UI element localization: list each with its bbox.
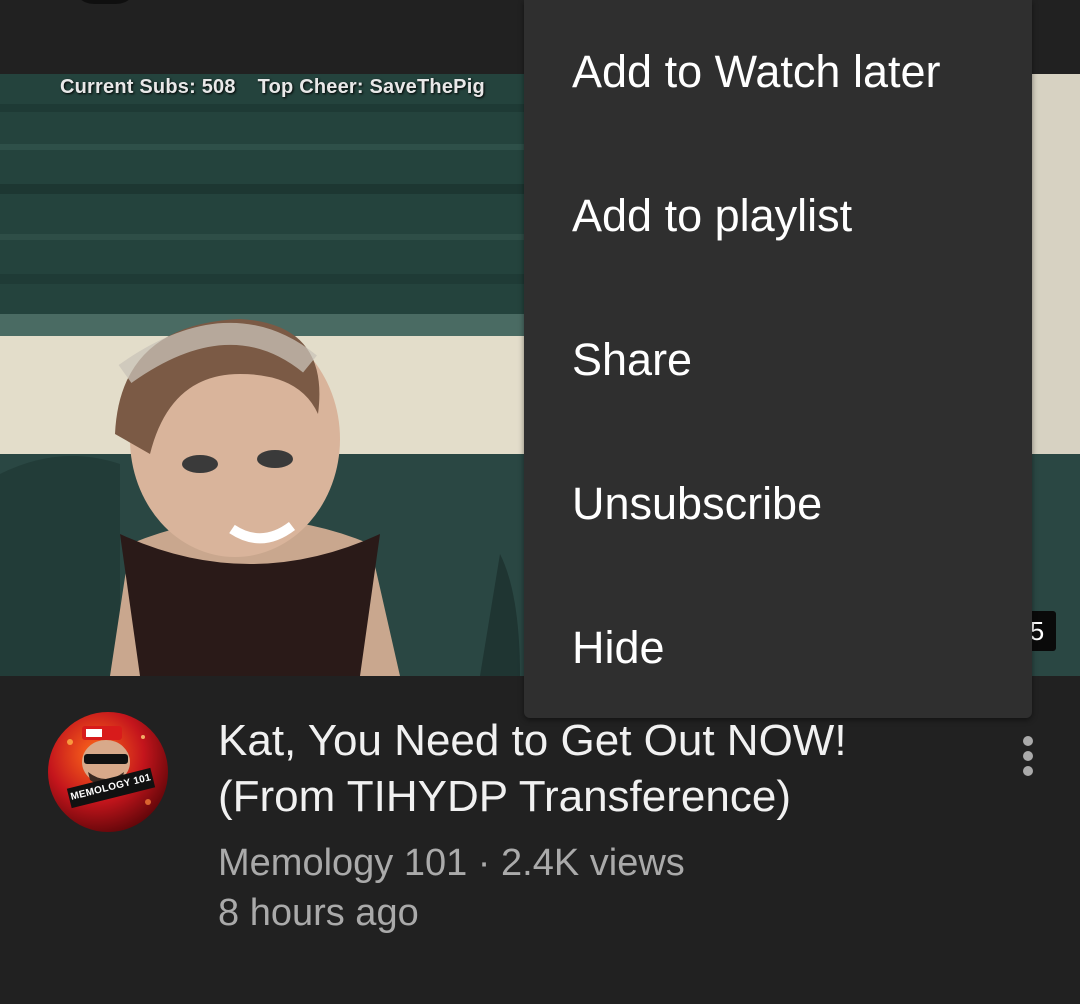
video-title[interactable]: Kat, You Need to Get Out NOW! (From TIHY… bbox=[218, 713, 918, 825]
channel-avatar[interactable]: MEMOLOGY 101 bbox=[48, 712, 168, 832]
screen: Current Subs: 508 Top Cheer: SaveThePig 5… bbox=[0, 0, 1080, 1004]
menu-item-hide[interactable]: Hide bbox=[524, 576, 1032, 720]
menu-item-label: Add to playlist bbox=[572, 190, 853, 241]
video-options-menu: Add to Watch later Add to playlist Share… bbox=[524, 0, 1032, 718]
meta-separator: · bbox=[467, 842, 502, 884]
menu-item-watch-later[interactable]: Add to Watch later bbox=[524, 0, 1032, 144]
overlay-subs: Current Subs: 508 bbox=[60, 76, 236, 98]
view-count: 2.4K views bbox=[501, 842, 685, 884]
menu-item-label: Unsubscribe bbox=[572, 478, 823, 529]
overlay-cheer: Top Cheer: SaveThePig bbox=[257, 76, 485, 98]
menu-item-add-to-playlist[interactable]: Add to playlist bbox=[524, 144, 1032, 288]
menu-item-label: Add to Watch later bbox=[572, 46, 941, 97]
upload-age: 8 hours ago bbox=[218, 892, 419, 934]
menu-item-unsubscribe[interactable]: Unsubscribe bbox=[524, 432, 1032, 576]
previous-item-avatar-edge bbox=[72, 0, 138, 4]
channel-name[interactable]: Memology 101 bbox=[218, 842, 467, 884]
more-vert-icon bbox=[1023, 736, 1033, 776]
menu-item-label: Share bbox=[572, 334, 693, 385]
more-options-button[interactable] bbox=[1006, 732, 1050, 784]
menu-item-share[interactable]: Share bbox=[524, 288, 1032, 432]
menu-item-label: Hide bbox=[572, 622, 665, 673]
meta-line-channel-views: Memology 101 · 2.4K views bbox=[218, 838, 685, 888]
video-metadata: Memology 101 · 2.4K views 8 hours ago bbox=[218, 838, 685, 938]
stream-overlay-text: Current Subs: 508 Top Cheer: SaveThePig bbox=[60, 76, 507, 99]
